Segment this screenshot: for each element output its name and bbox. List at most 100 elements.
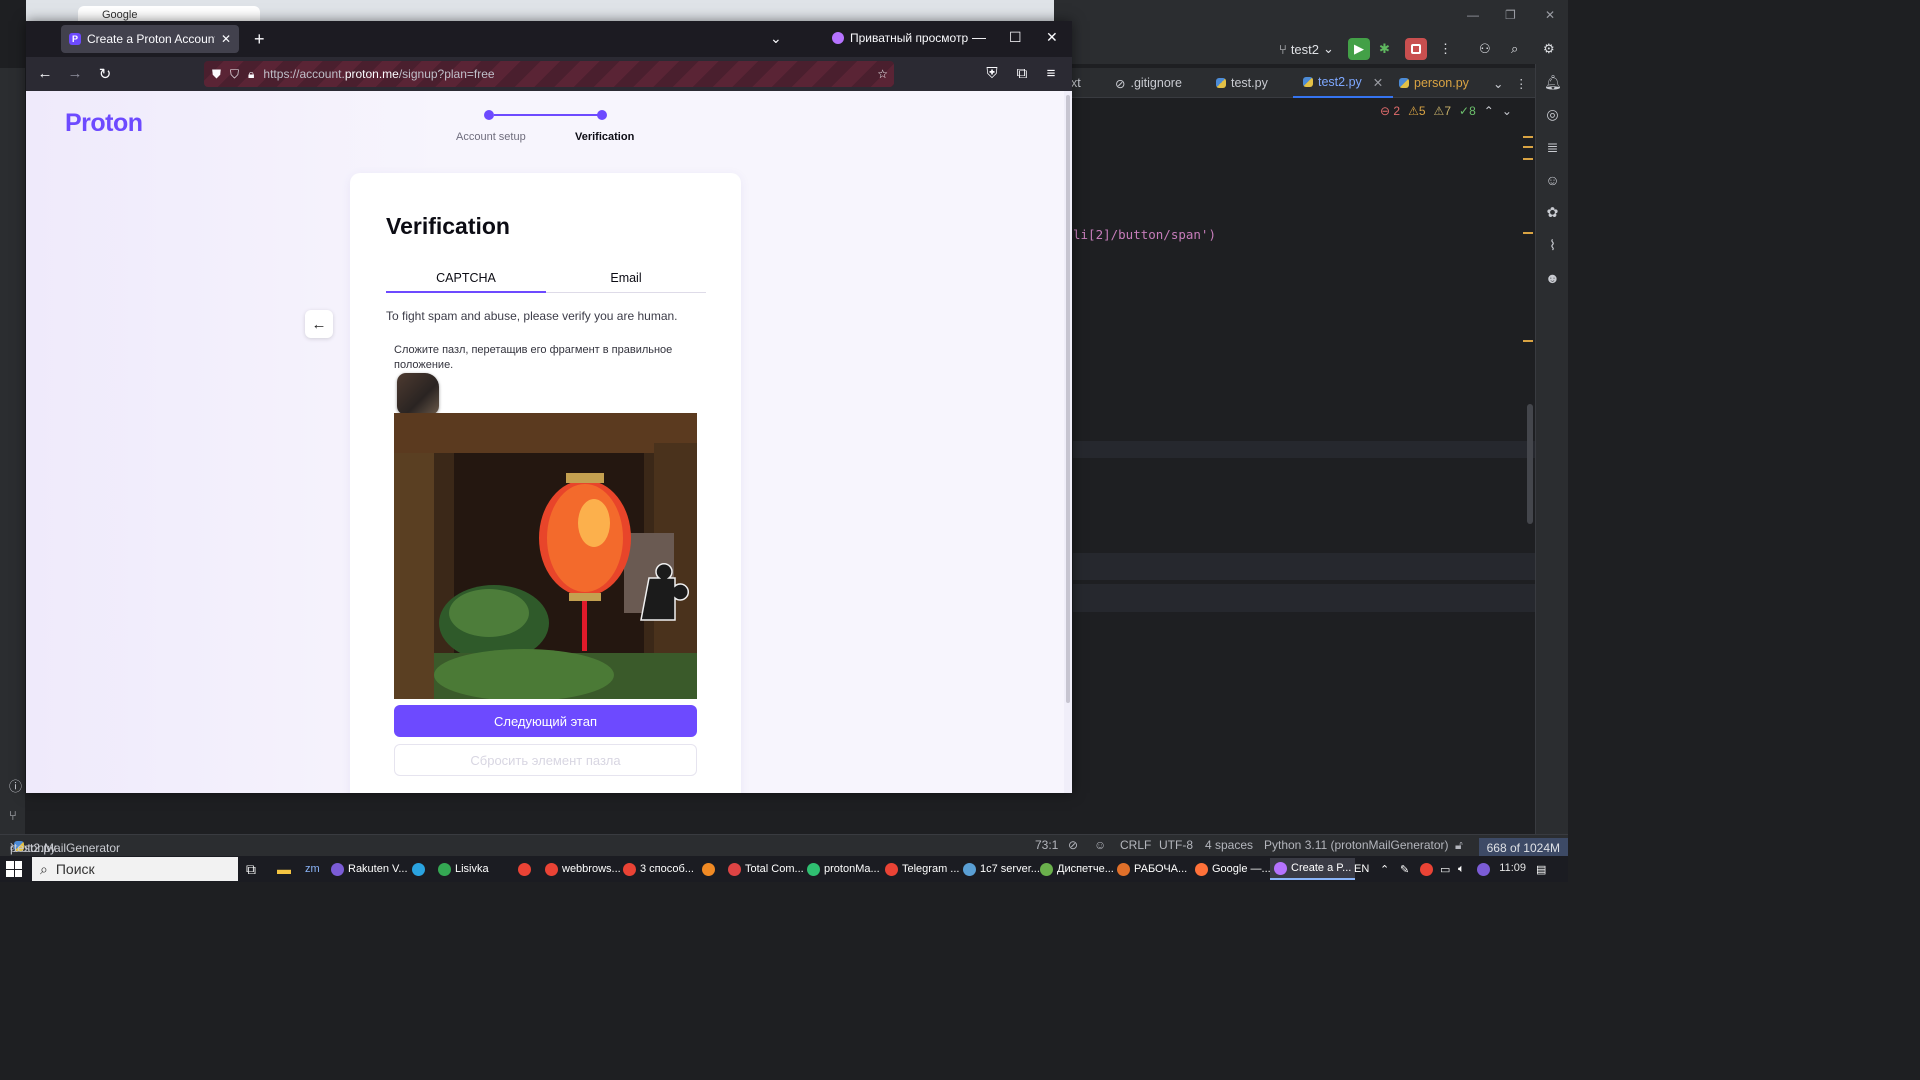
copilot-icon[interactable]: ☺ [1544,172,1561,189]
lock-icon[interactable]: 🔒︎ [248,67,254,82]
close-icon[interactable]: ✕ [1545,8,1555,22]
extensions-icon[interactable]: ⧉ [1013,65,1031,82]
line-separator[interactable]: CRLF [1120,838,1151,852]
run-config-selector[interactable]: ⑂ test2 ⌄ [1279,38,1334,60]
firefox-tab-proton[interactable]: P Create a Proton Account | Take ✕ [61,25,239,53]
more-icon[interactable]: ⋮ [1439,38,1452,60]
new-tab-icon[interactable]: + [254,29,265,50]
chevron-up-icon[interactable]: ⌃ [1484,104,1494,118]
taskbar-item-3-sposoba[interactable]: 3 способ... [623,858,694,880]
ide-tab-test2[interactable]: test2.py ✕ [1293,68,1394,98]
chrome-tray-icon[interactable] [1420,858,1433,880]
reset-puzzle-button[interactable]: Сбросить элемент пазла [394,744,697,776]
taskbar-item-protonmail[interactable]: protonMa... [807,858,880,880]
proton-logo[interactable]: Proton [65,109,143,138]
draggable-puzzle-piece[interactable] [397,373,439,415]
chart-icon[interactable]: ⌇ [1544,237,1561,254]
git-icon[interactable]: ⑂ [9,808,17,823]
taskbar-item-telegram[interactable]: Telegram ... [885,858,959,880]
ai-assistant-icon[interactable]: ◎ [1544,106,1561,123]
chrome-icon[interactable] [518,858,531,880]
page-scrollbar[interactable] [1064,91,1072,793]
maximize-icon[interactable]: ☐ [1009,29,1022,46]
lock-icon[interactable]: 🔓︎ [1455,838,1463,853]
url-text[interactable]: https://account.proton.me/signup?plan=fr… [263,67,494,81]
openai-icon[interactable]: ✿ [1544,204,1561,221]
cursor-position[interactable]: 73:1 [1035,838,1058,852]
interpreter[interactable]: Python 3.11 (protonMailGenerator) [1264,838,1449,852]
ide-tab-txt[interactable]: xt [1071,68,1081,98]
taskbar-item-lisivka[interactable]: Lisivka [438,858,489,880]
file-explorer-icon[interactable]: ▬ [277,858,291,880]
url-bar[interactable]: ⛊ ⛉ 🔒︎ https://account.proton.me/signup?… [204,61,894,87]
ide-tab-test[interactable]: test.py [1216,68,1268,98]
notification-center-icon[interactable]: ▤ [1536,858,1546,880]
file-encoding[interactable]: UTF-8 [1159,838,1193,852]
task-view-icon[interactable]: ⧉ [246,858,256,880]
editor-scrollbar[interactable] [1527,404,1533,524]
pocket-icon[interactable]: ⛨ [983,65,1001,82]
minimize-icon[interactable]: — [972,29,986,45]
indent-setting[interactable]: 4 spaces [1205,838,1253,852]
zoom-icon[interactable]: zm [305,858,320,880]
bot-icon[interactable]: ☻ [1544,270,1561,287]
bookmark-star-icon[interactable]: ☆ [877,67,888,81]
no-vcs-icon[interactable]: ⊘ [1068,838,1078,852]
menu-icon[interactable]: ≡ [1042,65,1060,82]
notifications-icon[interactable]: 🔔︎ [1544,74,1562,91]
chevron-down-icon[interactable]: ⌄ [1502,104,1512,118]
database-icon[interactable]: ≣ [1544,139,1561,156]
tabs-dropdown-icon[interactable]: ⌄ [1493,68,1503,98]
firefox-tabbar: P Create a Proton Account | Take ✕ + ⌄ П… [26,21,1072,57]
pen-icon[interactable]: ✎ [1400,858,1409,880]
taskbar-item-google-firefox[interactable]: Google —... [1195,858,1271,880]
copilot-status-icon[interactable]: ☺ [1094,838,1106,852]
back-button[interactable]: ← [305,310,333,338]
tracking-shield-icon[interactable]: ⛉ [230,67,239,82]
forward-icon[interactable]: → [66,65,84,82]
taskbar-item-create-proton[interactable]: Create a P... [1270,858,1356,880]
reload-icon[interactable]: ↻ [96,65,114,83]
close-icon[interactable]: ✕ [1046,29,1058,46]
list-tabs-icon[interactable]: ⌄ [770,30,782,47]
windows-taskbar: ⌕ Поиск ⧉ ▬ zm Rakuten V... Lisivka webb… [0,856,1568,882]
taskbar-item-1c7-server[interactable]: 1c7 server... [963,858,1040,880]
gear-icon[interactable]: ⚙ [1543,38,1555,60]
run-button[interactable]: ▶ [1348,38,1370,60]
step-dot-account-setup [484,110,494,120]
taskbar-item-rabocha[interactable]: РАБОЧА... [1117,858,1187,880]
taskbar-item-webbrowser[interactable]: webbrows... [545,858,621,880]
volume-icon[interactable]: 🔈︎ [1458,858,1465,880]
minimize-icon[interactable]: — [1467,8,1479,22]
windows-start-button[interactable] [6,861,22,877]
close-tab-icon[interactable]: ✕ [1373,75,1383,90]
private-icon[interactable]: ⛊ [212,67,221,82]
tab-captcha[interactable]: CAPTCHA [386,271,546,293]
next-step-button[interactable]: Следующий этап [394,705,697,737]
system-clock[interactable]: 11:09 [1499,862,1526,874]
language-indicator[interactable]: EN [1354,858,1369,880]
tray-chevron-up-icon[interactable]: ⌃ [1380,858,1389,880]
tab-email[interactable]: Email [546,271,706,293]
debug-icon[interactable]: ✱ [1379,38,1390,60]
ide-tab-gitignore[interactable]: ⊘ .gitignore [1115,68,1182,98]
tabs-more-icon[interactable]: ⋮ [1515,68,1528,98]
app-icon[interactable] [702,858,715,880]
breadcrumb[interactable]: ▫ protonMailGenerator › test2.py [10,838,120,855]
viber-icon[interactable] [1477,858,1490,880]
back-icon[interactable]: ← [36,65,54,82]
taskbar-item-rakuten[interactable]: Rakuten V... [331,858,408,880]
telegram-icon[interactable] [412,858,425,880]
inspection-widget[interactable]: ⊖ 2 ⚠5 ⚠7 ✓8 ⌃ ⌄ [1380,104,1512,118]
taskbar-item-task-manager[interactable]: Диспетче... [1040,858,1114,880]
network-icon[interactable]: ▭ [1440,858,1450,880]
ide-tab-person[interactable]: person.py [1399,68,1469,98]
add-user-icon[interactable]: ⚇ [1479,38,1491,60]
restore-icon[interactable]: ❐ [1505,8,1516,22]
taskbar-item-total-commander[interactable]: Total Com... [728,858,804,880]
stop-button[interactable] [1405,38,1427,60]
search-icon[interactable]: ⌕ [1511,38,1518,60]
close-tab-icon[interactable]: ✕ [221,32,231,46]
taskbar-search[interactable]: ⌕ Поиск [32,857,238,881]
problems-icon[interactable]: ⓘ [9,776,22,795]
